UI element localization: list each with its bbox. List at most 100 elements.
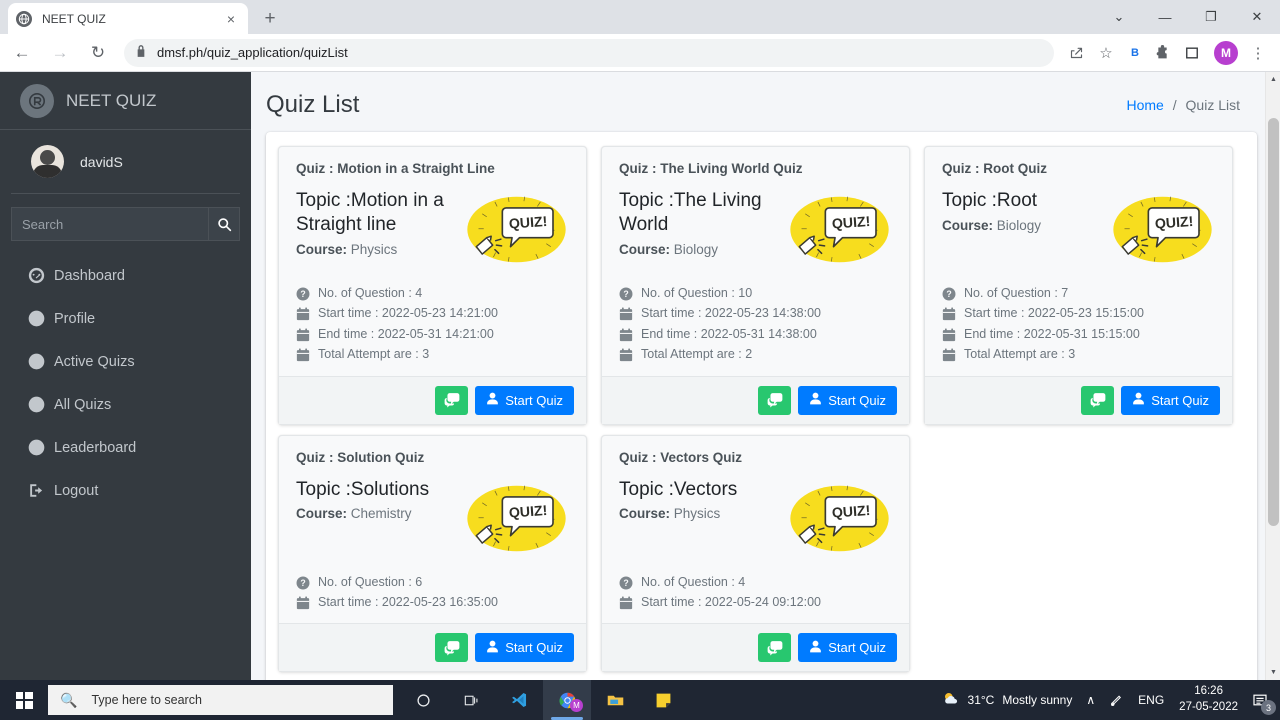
taskbar-search-placeholder: Type here to search — [91, 693, 202, 707]
quiz-card[interactable]: Quiz : Solution Quiz Topic :Solutions Co… — [278, 434, 587, 673]
scrollbar-thumb[interactable] — [1268, 118, 1279, 526]
search-input[interactable] — [11, 207, 209, 241]
file-explorer-icon[interactable] — [591, 680, 639, 720]
quiz-card[interactable]: Quiz : Motion in a Straight Line Topic :… — [278, 146, 587, 425]
show-hidden-icons-chevron[interactable]: ∧ — [1079, 680, 1102, 720]
quiz-course: Course: Biology — [619, 242, 783, 257]
breadcrumb-separator: / — [1172, 97, 1177, 113]
start-quiz-label: Start Quiz — [505, 392, 563, 408]
sidebar: NEET QUIZ davidS Dashboard — [0, 72, 251, 680]
sidebar-item-active-quizs[interactable]: Active Quizs — [0, 340, 251, 383]
quiz-card-footer: Start Quiz — [279, 623, 586, 672]
svg-text:QUIZ!: QUIZ! — [831, 501, 871, 520]
forward-icon[interactable]: → — [44, 37, 76, 69]
taskbar-search-box[interactable]: 🔍 Type here to search — [48, 685, 393, 715]
quiz-meta-text: No. of Question : 7 — [964, 286, 1069, 300]
back-icon[interactable]: ← — [6, 37, 38, 69]
search-button[interactable] — [209, 207, 240, 241]
quiz-meta-list: ? No. of Question : 6 Start time : 2022-… — [296, 573, 569, 613]
quiz-card-footer: Start Quiz — [602, 623, 909, 672]
notification-count-badge: 3 — [1261, 700, 1276, 715]
browser-tab[interactable]: NEET QUIZ × — [8, 3, 248, 34]
sidebar-item-all-quizs[interactable]: All Quizs — [0, 383, 251, 426]
close-icon[interactable]: × — [222, 10, 240, 28]
windows-start-button[interactable] — [0, 680, 48, 720]
app-logo-icon — [20, 83, 54, 118]
globe-icon — [16, 10, 32, 27]
quiz-card-body: Quiz : The Living World Quiz Topic :The … — [602, 147, 909, 376]
breadcrumb-home-link[interactable]: Home — [1127, 97, 1164, 113]
new-tab-button[interactable]: + — [256, 6, 284, 32]
address-bar[interactable]: dmsf.ph/quiz_application/quizList — [124, 38, 1054, 67]
breadcrumb: Home / Quiz List — [1127, 97, 1241, 113]
chat-icon[interactable] — [758, 633, 792, 663]
quiz-meta-text: No. of Question : 4 — [641, 574, 746, 589]
quiz-card-body: Quiz : Vectors Quiz Topic :Vectors Cours… — [602, 436, 909, 624]
notification-center-button[interactable]: 3 — [1246, 680, 1280, 720]
quiz-name: Quiz : Root Quiz — [942, 161, 1047, 176]
taskbar-clock[interactable]: 16:26 27-05-2022 — [1171, 680, 1246, 720]
chat-icon[interactable] — [1081, 385, 1115, 415]
start-quiz-button[interactable]: Start Quiz — [798, 633, 897, 663]
taskbar-weather[interactable]: 31°C Mostly sunny — [932, 680, 1080, 720]
brand-header[interactable]: NEET QUIZ — [0, 72, 251, 130]
browser-menu-icon[interactable]: ⋮ — [1244, 39, 1272, 67]
minimize-button[interactable]: — — [1142, 0, 1188, 34]
quiz-topic: Topic :Root — [942, 190, 1038, 211]
bookmark-star-icon[interactable]: ☆ — [1092, 39, 1120, 67]
start-quiz-button[interactable]: Start Quiz — [475, 385, 574, 415]
quiz-card-grid: Quiz : Motion in a Straight Line Topic :… — [278, 146, 1245, 673]
sidebar-item-profile[interactable]: Profile — [0, 297, 251, 340]
question-circle-icon: ? — [296, 287, 310, 301]
pen-icon[interactable] — [1102, 680, 1131, 720]
sidebar-item-leaderboard[interactable]: Leaderboard — [0, 426, 251, 469]
page-title: Quiz List — [266, 91, 360, 118]
sidebar-item-dashboard[interactable]: Dashboard — [0, 254, 251, 297]
close-window-button[interactable]: ✕ — [1234, 0, 1280, 34]
side-panel-icon[interactable] — [1178, 39, 1206, 67]
quiz-badge-icon: QUIZ! — [1110, 193, 1215, 266]
profile-avatar[interactable]: M — [1214, 40, 1238, 65]
chat-icon[interactable] — [758, 385, 792, 415]
quiz-card-footer: Start Quiz — [602, 375, 909, 424]
sidebar-item-label: All Quizs — [54, 396, 112, 413]
scroll-down-icon[interactable]: ▼ — [1266, 665, 1280, 680]
share-icon[interactable] — [1062, 39, 1090, 67]
extensions-icon[interactable] — [1148, 39, 1176, 67]
scroll-up-icon[interactable]: ▲ — [1266, 72, 1280, 87]
chevron-down-icon[interactable]: ⌄ — [1096, 0, 1142, 34]
task-view-icon[interactable] — [447, 680, 495, 720]
svg-text:QUIZ!: QUIZ! — [1154, 213, 1194, 232]
quiz-meta-list: ? No. of Question : 4 Start time : 2022-… — [619, 573, 892, 613]
svg-text:QUIZ!: QUIZ! — [508, 213, 548, 232]
start-quiz-button[interactable]: Start Quiz — [1121, 385, 1220, 415]
page-scrollbar[interactable]: ▲ ▼ — [1265, 72, 1280, 680]
start-quiz-button[interactable]: Start Quiz — [475, 633, 574, 663]
quiz-card[interactable]: Quiz : Vectors Quiz Topic :Vectors Cours… — [601, 434, 910, 673]
calendar-icon — [296, 348, 310, 362]
sticky-notes-icon[interactable] — [639, 680, 687, 720]
vscode-icon[interactable] — [495, 680, 543, 720]
window-controls: ⌄ — ❐ ✕ — [1096, 0, 1280, 34]
quiz-meta-row: Start time : 2022-05-23 15:15:00 — [942, 304, 1215, 323]
chat-icon[interactable] — [435, 385, 469, 415]
cortana-icon[interactable] — [399, 680, 447, 720]
quiz-topic: Topic :Motion in a Straight line — [296, 190, 444, 235]
sidebar-item-logout[interactable]: Logout — [0, 469, 251, 512]
quiz-meta-row: ? No. of Question : 10 — [619, 284, 892, 303]
sidebar-user[interactable]: davidS — [11, 130, 240, 194]
start-quiz-button[interactable]: Start Quiz — [798, 385, 897, 415]
dashboard-icon — [28, 267, 45, 284]
quiz-card[interactable]: Quiz : Root Quiz Topic :Root Course: Bio… — [924, 146, 1233, 425]
reload-icon[interactable]: ↻ — [82, 37, 114, 69]
user-icon — [809, 640, 822, 656]
svg-text:?: ? — [300, 289, 305, 299]
bookmark-item-b[interactable]: B — [1122, 47, 1148, 59]
quiz-card[interactable]: Quiz : The Living World Quiz Topic :The … — [601, 146, 910, 425]
quiz-card-body: Quiz : Motion in a Straight Line Topic :… — [279, 147, 586, 376]
maximize-button[interactable]: ❐ — [1188, 0, 1234, 34]
chat-icon[interactable] — [435, 633, 469, 663]
chrome-icon[interactable]: M — [543, 680, 591, 720]
chrome-profile-badge: M — [570, 699, 583, 712]
language-indicator[interactable]: ENG — [1131, 680, 1171, 720]
